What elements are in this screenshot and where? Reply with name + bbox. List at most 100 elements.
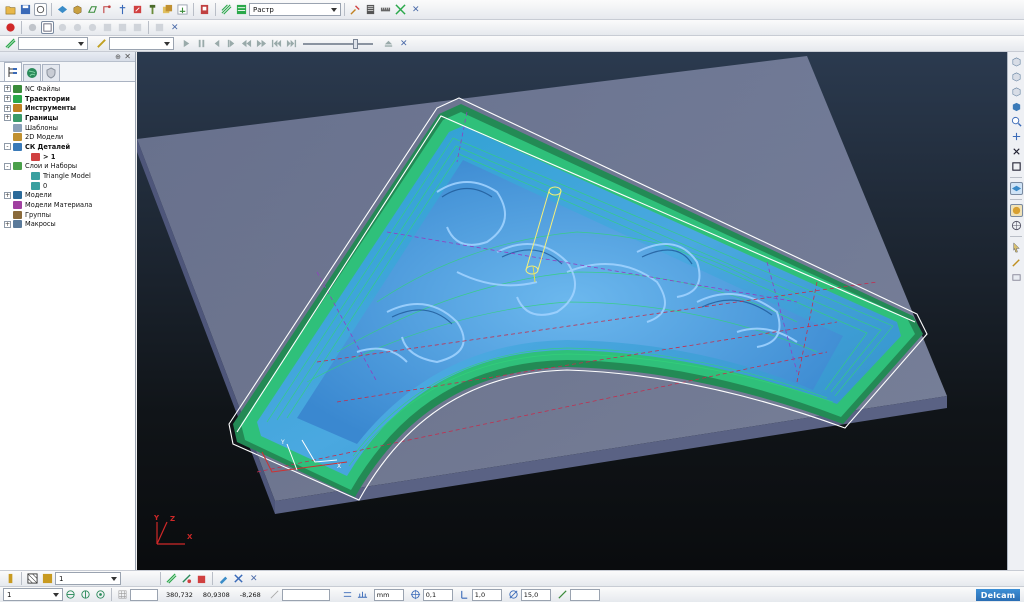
expand-icon[interactable]: + [4,85,11,93]
toolpath-transform-icon[interactable] [180,572,193,585]
verify-icon[interactable] [394,3,407,16]
tree-item[interactable]: + NC Файлы [0,84,135,94]
shaded-view-icon[interactable] [1009,182,1023,195]
toolpath-strategy-icon[interactable] [220,3,233,16]
tree-item[interactable]: + Модели [0,191,135,201]
explorer-close-icon[interactable]: ✕ [124,52,131,61]
boundary-edit-icon[interactable] [217,572,230,585]
collapse-icon[interactable]: - [4,162,11,170]
simulation-entity-dropdown[interactable] [18,37,88,50]
view-front-icon[interactable] [131,21,144,34]
stop-icon[interactable] [4,21,17,34]
fit-view-icon[interactable] [1010,160,1023,173]
zoom-icon[interactable] [1010,115,1023,128]
nc-program-icon[interactable] [364,3,377,16]
tree-item[interactable]: Модели Материала [0,200,135,210]
tree-item[interactable]: Triangle Model [0,171,135,181]
simulation-toolbar-close-icon[interactable]: ✕ [400,39,408,49]
simulation-tool-dropdown[interactable] [109,37,174,50]
undo-icon[interactable] [176,3,189,16]
tree-item[interactable]: > 1 [0,152,135,162]
step-forward-icon[interactable] [225,37,238,50]
snap-icon[interactable] [268,588,281,601]
globe-view-icon[interactable] [1010,219,1023,232]
material-view-icon[interactable] [1009,204,1023,217]
measure-icon[interactable] [379,3,392,16]
view-toolbar-close-icon[interactable]: ✕ [171,23,179,33]
tool-icon[interactable] [146,3,159,16]
tolerance-field[interactable]: 0,1 [422,588,453,601]
toolbar-close-icon[interactable]: ✕ [412,5,420,15]
save-project-icon[interactable] [19,3,32,16]
expand-icon[interactable]: + [4,220,11,228]
expand-icon[interactable]: + [4,114,11,122]
start-point-icon[interactable] [116,3,129,16]
simulation-speed-slider[interactable] [303,38,373,50]
tab-explorer-tree[interactable] [4,62,22,81]
units-field[interactable]: mm [373,588,404,601]
tree-item[interactable]: + Границы [0,113,135,123]
view-fit-icon[interactable] [153,21,166,34]
tab-globe[interactable] [23,64,41,81]
grid-icon[interactable] [116,588,129,601]
toolpath-edit-icon[interactable] [165,572,178,585]
clear-icon[interactable] [232,572,245,585]
align-workplane-icon[interactable] [64,588,77,601]
strategy-dropdown[interactable]: Растр [249,3,341,16]
tree-item[interactable]: + Макросы [0,220,135,230]
3d-viewport[interactable]: Y X Z Y X [137,52,1007,570]
view-top-side-icon[interactable] [1010,70,1023,83]
layer-icon[interactable] [26,572,39,585]
view-front-side-icon[interactable] [1010,85,1023,98]
simulation-path-icon[interactable] [4,37,17,50]
view-top-icon[interactable] [116,21,129,34]
pin-icon[interactable]: ⊕ [115,53,121,61]
boundary-icon[interactable] [86,3,99,16]
draw-line-icon[interactable] [556,588,569,601]
eject-icon[interactable] [382,37,395,50]
rapid-move-icon[interactable] [101,3,114,16]
angle-icon[interactable] [507,588,520,601]
tolerance-icon[interactable] [409,588,422,601]
rewind-icon[interactable] [240,37,253,50]
wireframe-icon[interactable] [41,21,54,34]
open-project-icon[interactable] [4,3,17,16]
go-end-icon[interactable] [285,37,298,50]
tab-shield[interactable] [42,64,60,81]
import-model-icon[interactable] [34,3,47,16]
tool-holder-icon[interactable] [4,572,17,585]
tree-item[interactable]: - СК Деталей [0,142,135,152]
view-iso3-icon[interactable] [86,21,99,34]
stepover-field[interactable]: 1,0 [471,588,502,601]
tree-item[interactable]: 0 [0,181,135,191]
simulation-tool-icon[interactable] [95,37,108,50]
snap-value-field[interactable] [281,588,330,601]
levels-icon[interactable] [161,3,174,16]
workplane-value-dropdown[interactable]: 1 [3,588,63,601]
view-iso-icon[interactable] [1010,55,1023,68]
stepover-icon[interactable] [458,588,471,601]
view-iso4-icon[interactable] [101,21,114,34]
calculate-icon[interactable] [349,3,362,16]
pause-icon[interactable] [195,37,208,50]
color-swatch-icon[interactable] [41,572,54,585]
layer-dropdown[interactable]: 1 [55,572,121,585]
view-iso2-icon[interactable] [71,21,84,34]
mirror-icon[interactable] [341,588,354,601]
units-icon[interactable] [356,588,369,601]
block-icon[interactable] [71,3,84,16]
fast-forward-icon[interactable] [255,37,268,50]
expand-icon[interactable]: + [4,104,11,112]
select-icon[interactable] [1010,241,1023,254]
view-iso1-icon[interactable] [56,21,69,34]
go-start-icon[interactable] [270,37,283,50]
collapse-icon[interactable]: - [4,143,11,151]
pen-select-icon[interactable] [1010,256,1023,269]
toolpath-delete-icon[interactable] [195,572,208,585]
view-right-icon[interactable] [1010,100,1023,113]
tree-item[interactable]: - Слои и Наборы [0,162,135,172]
calculator-icon[interactable] [198,3,211,16]
expand-icon[interactable]: + [4,191,11,199]
hide-icon[interactable] [1010,271,1023,284]
expand-icon[interactable]: + [4,95,11,103]
